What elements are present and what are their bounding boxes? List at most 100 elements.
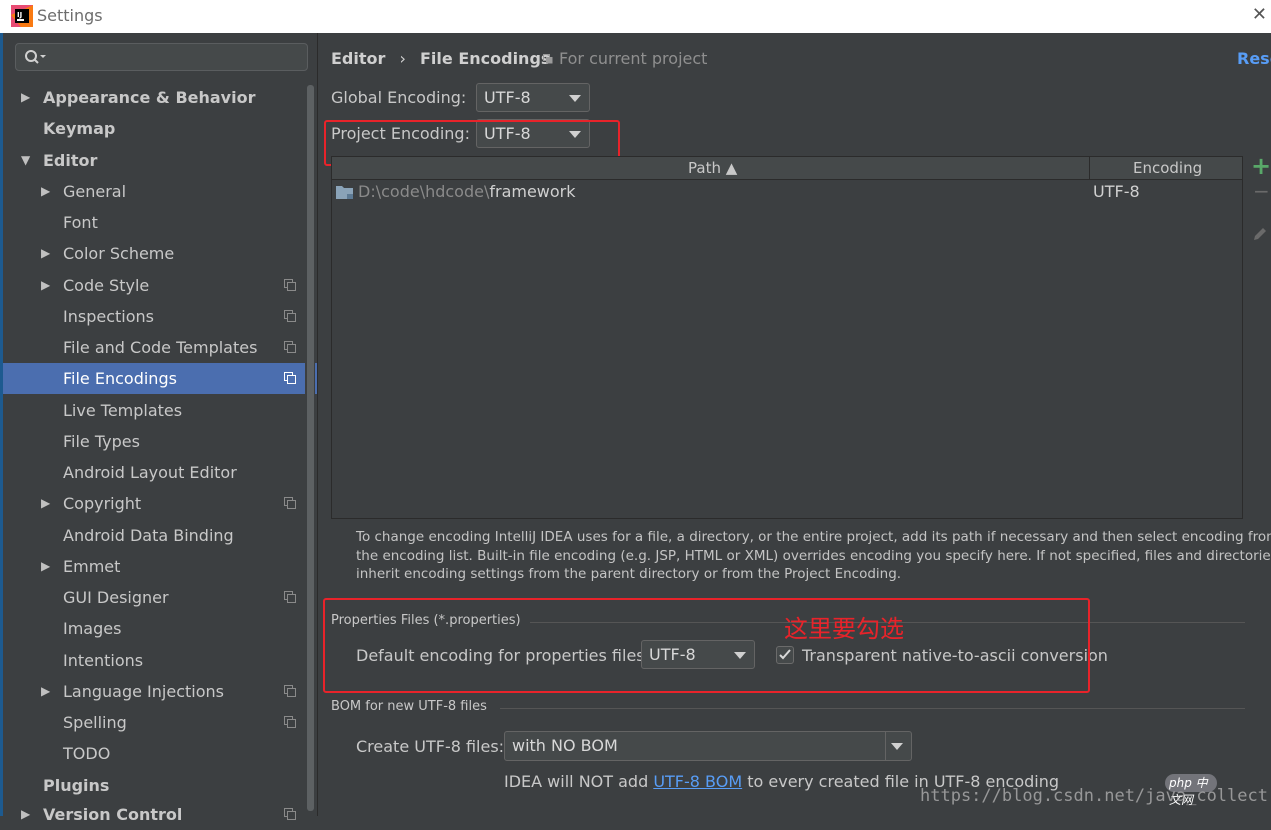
sidebar-item-inspections[interactable]: Inspections bbox=[3, 301, 317, 332]
sidebar-item-label: Android Layout Editor bbox=[63, 463, 237, 482]
project-copy-icon bbox=[284, 372, 296, 384]
sidebar-item-label: Android Data Binding bbox=[63, 526, 234, 545]
scope-label: For current project bbox=[559, 49, 708, 68]
sidebar-item-label: General bbox=[63, 182, 127, 201]
expand-arrow-icon[interactable]: ▶ bbox=[21, 82, 30, 113]
sidebar-item-intentions[interactable]: Intentions bbox=[3, 645, 317, 676]
sidebar-item-label: Plugins bbox=[43, 776, 110, 795]
path-encoding-table[interactable]: Path ▲ Encoding D:\code\hdcode\framework… bbox=[331, 156, 1243, 519]
sidebar-item-file-code-templates[interactable]: File and Code Templates bbox=[3, 332, 317, 363]
title-bar: IJ Settings ✕ bbox=[0, 0, 1271, 33]
expand-arrow-icon[interactable]: ▶ bbox=[41, 270, 50, 301]
window-title: Settings bbox=[37, 6, 103, 25]
sidebar-scrollbar[interactable] bbox=[307, 85, 314, 811]
edit-icon[interactable] bbox=[1252, 226, 1268, 242]
bom-option-dropdown[interactable]: with NO BOM bbox=[504, 731, 912, 761]
sidebar-item-gui-designer[interactable]: GUI Designer bbox=[3, 582, 317, 613]
bom-section-title: BOM for new UTF-8 files bbox=[331, 699, 487, 714]
expand-arrow-icon[interactable]: ▶ bbox=[41, 488, 50, 519]
sidebar-item-label: Live Templates bbox=[63, 401, 183, 420]
bom-info-prefix: IDEA will NOT add bbox=[504, 772, 654, 791]
search-icon bbox=[25, 50, 46, 64]
sidebar-item-label: Version Control bbox=[43, 805, 183, 824]
sidebar-item-emmet[interactable]: ▶ Emmet bbox=[3, 551, 317, 582]
sidebar-item-label: GUI Designer bbox=[63, 588, 169, 607]
column-header-encoding[interactable]: Encoding bbox=[1133, 159, 1202, 177]
sidebar-item-spelling[interactable]: Spelling bbox=[3, 707, 317, 738]
sidebar-item-label: Code Style bbox=[63, 276, 150, 295]
expand-arrow-icon[interactable]: ▶ bbox=[41, 176, 50, 207]
sidebar-item-android-data-binding[interactable]: Android Data Binding bbox=[3, 520, 317, 551]
sidebar-item-label: Intentions bbox=[63, 651, 144, 670]
sidebar-item-label: Inspections bbox=[63, 307, 154, 326]
global-encoding-label: Global Encoding: bbox=[331, 88, 467, 107]
global-encoding-value: UTF-8 bbox=[484, 88, 531, 107]
sidebar-item-color-scheme[interactable]: ▶ Color Scheme bbox=[3, 238, 317, 269]
help-text-line: To change encoding IntelliJ IDEA uses fo… bbox=[356, 529, 1271, 545]
sidebar-item-font[interactable]: Font bbox=[3, 207, 317, 238]
project-copy-icon bbox=[284, 808, 296, 820]
column-header-path[interactable]: Path ▲ bbox=[688, 159, 737, 177]
breadcrumb: Editor › File Encodings bbox=[331, 49, 550, 68]
create-utf8-label: Create UTF-8 files: bbox=[356, 737, 505, 756]
project-copy-icon bbox=[284, 310, 296, 322]
expand-arrow-icon[interactable]: ▶ bbox=[41, 676, 50, 707]
intellij-logo-icon: IJ bbox=[11, 5, 33, 27]
breadcrumb-separator: › bbox=[399, 49, 406, 68]
section-divider bbox=[500, 708, 1245, 709]
breadcrumb-parent: Editor bbox=[331, 49, 386, 68]
highlight-box-properties bbox=[323, 598, 1090, 693]
sidebar-item-android-layout-editor[interactable]: Android Layout Editor bbox=[3, 457, 317, 488]
sidebar-item-appearance-behavior[interactable]: ▶ Appearance & Behavior bbox=[3, 82, 317, 113]
global-encoding-dropdown[interactable]: UTF-8 bbox=[476, 83, 590, 112]
page-title: File Encodings bbox=[420, 49, 551, 68]
sidebar-item-label: Language Injections bbox=[63, 682, 224, 701]
dropdown-divider bbox=[885, 732, 886, 760]
svg-text:IJ: IJ bbox=[17, 11, 22, 19]
sidebar-item-label: Spelling bbox=[63, 713, 127, 732]
expand-arrow-icon[interactable]: ▶ bbox=[21, 799, 30, 830]
sidebar-item-label: Emmet bbox=[63, 557, 121, 576]
sidebar-item-label: Font bbox=[63, 213, 98, 232]
chevron-down-icon bbox=[569, 94, 581, 102]
encoding-cell[interactable]: UTF-8 bbox=[1093, 182, 1140, 201]
sidebar-item-keymap[interactable]: Keymap bbox=[3, 113, 317, 144]
sidebar-item-plugins[interactable]: Plugins bbox=[3, 770, 317, 801]
search-input[interactable] bbox=[15, 43, 308, 71]
sidebar-item-label: File Types bbox=[63, 432, 140, 451]
expand-arrow-icon[interactable]: ▶ bbox=[41, 238, 50, 269]
sidebar-item-file-types[interactable]: File Types bbox=[3, 426, 317, 457]
add-icon[interactable]: + bbox=[1251, 152, 1271, 180]
collapse-arrow-icon[interactable]: ▼ bbox=[21, 145, 30, 176]
path-prefix: D:\code\hdcode\ bbox=[358, 182, 490, 201]
sidebar-item-version-control[interactable]: ▶ Version Control bbox=[3, 799, 317, 830]
bom-option-value: with NO BOM bbox=[512, 736, 618, 755]
sidebar-item-todo[interactable]: TODO bbox=[3, 738, 317, 769]
column-divider bbox=[1089, 157, 1090, 179]
sidebar-item-label: Copyright bbox=[63, 494, 142, 513]
path-cell: D:\code\hdcode\framework bbox=[358, 182, 576, 201]
table-row[interactable]: D:\code\hdcode\framework UTF-8 bbox=[332, 180, 1242, 205]
reset-link[interactable]: Rese bbox=[1237, 49, 1271, 68]
settings-sidebar: ▶ Appearance & Behavior Keymap ▼ Editor … bbox=[3, 33, 318, 824]
sidebar-item-language-injections[interactable]: ▶ Language Injections bbox=[3, 676, 317, 707]
watermark-url: https://blog.csdn.net/java_collect bbox=[920, 786, 1268, 806]
remove-icon[interactable]: − bbox=[1253, 179, 1270, 203]
close-icon[interactable]: ✕ bbox=[1252, 4, 1267, 25]
utf8-bom-link[interactable]: UTF-8 BOM bbox=[653, 772, 742, 791]
expand-arrow-icon[interactable]: ▶ bbox=[41, 551, 50, 582]
sidebar-item-code-style[interactable]: ▶ Code Style bbox=[3, 270, 317, 301]
sidebar-item-file-encodings[interactable]: File Encodings bbox=[3, 363, 317, 394]
project-copy-icon bbox=[284, 685, 296, 697]
sidebar-item-label: Editor bbox=[43, 151, 98, 170]
help-text-line: inherit encoding settings from the paren… bbox=[356, 566, 902, 582]
project-copy-icon bbox=[284, 497, 296, 509]
sidebar-item-copyright[interactable]: ▶ Copyright bbox=[3, 488, 317, 519]
project-copy-icon bbox=[284, 716, 296, 728]
sidebar-item-editor[interactable]: ▼ Editor bbox=[3, 145, 317, 176]
table-header: Path ▲ Encoding bbox=[332, 157, 1242, 180]
sidebar-item-label: Images bbox=[63, 619, 122, 638]
sidebar-item-images[interactable]: Images bbox=[3, 613, 317, 644]
sidebar-item-live-templates[interactable]: Live Templates bbox=[3, 395, 317, 426]
sidebar-item-general[interactable]: ▶ General bbox=[3, 176, 317, 207]
